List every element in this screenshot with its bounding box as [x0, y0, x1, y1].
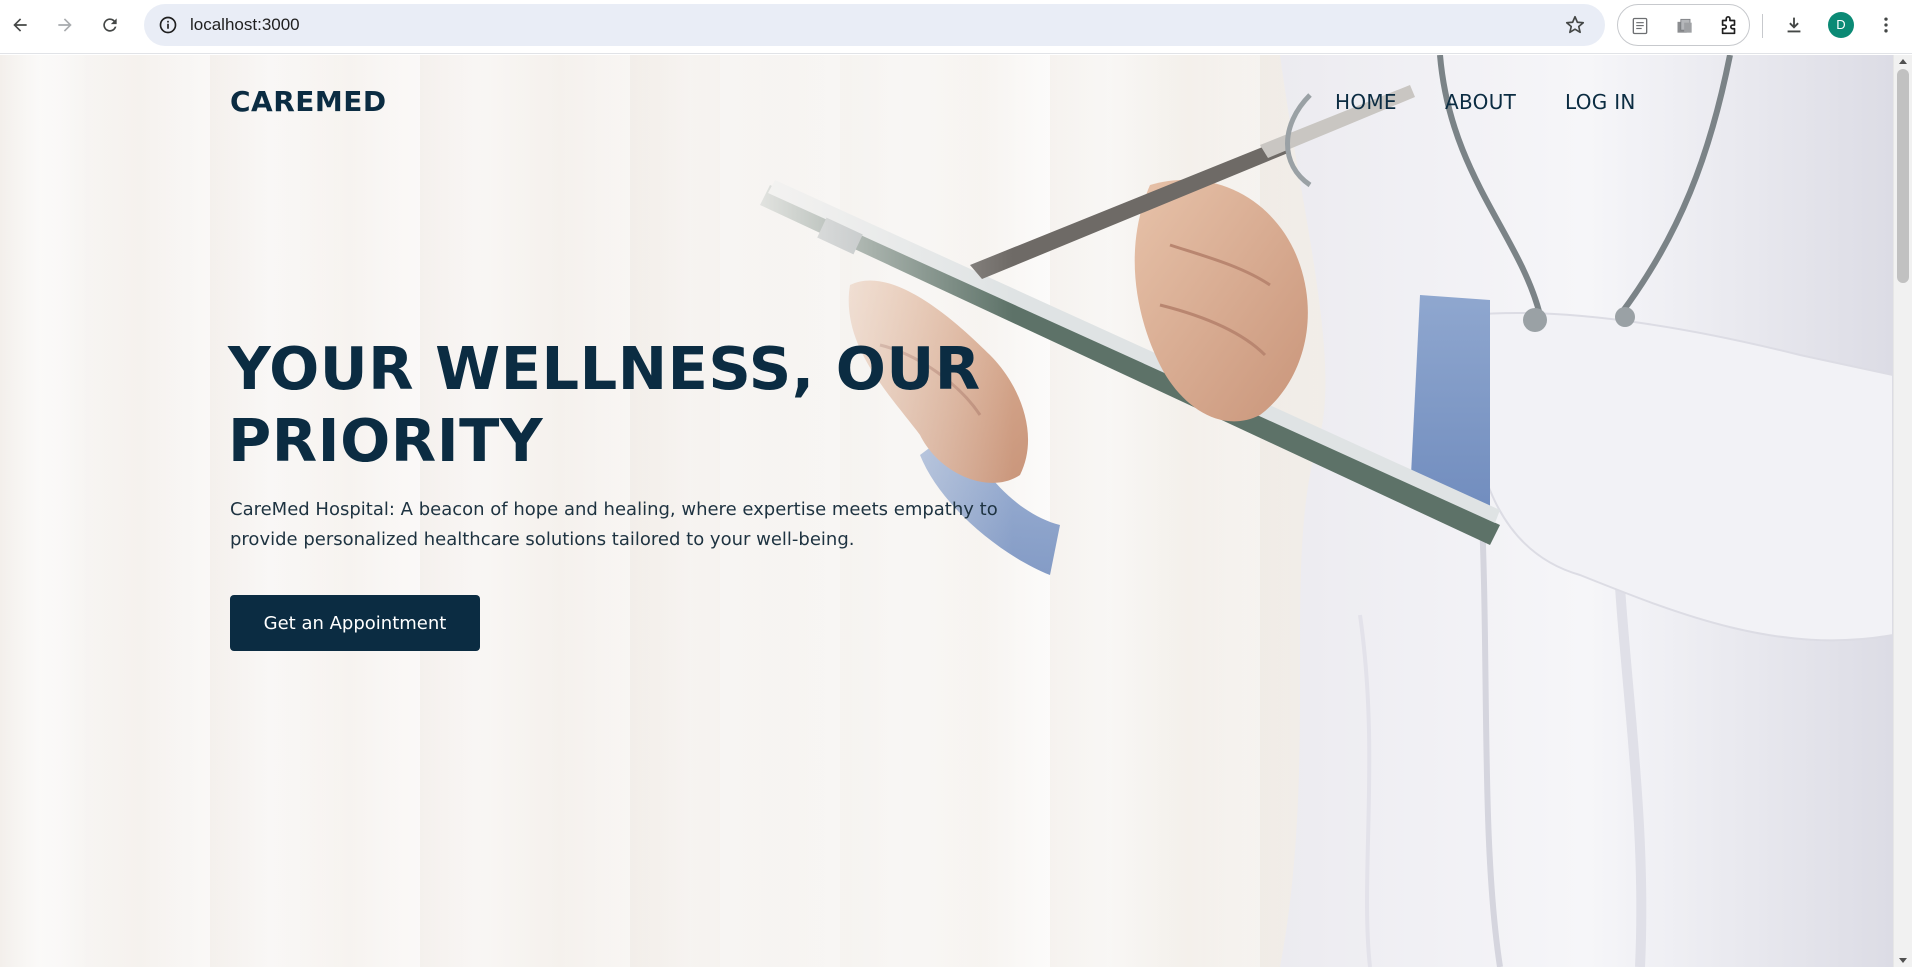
star-icon [1565, 15, 1585, 34]
reading-list-icon [1632, 17, 1648, 35]
extensions-group [1617, 4, 1750, 46]
profile-avatar[interactable]: D [1828, 12, 1854, 38]
forward-button[interactable] [49, 9, 81, 41]
download-button[interactable] [1778, 9, 1810, 41]
toolbar-divider [1762, 14, 1763, 38]
scrollbar-thumb[interactable] [1897, 69, 1909, 283]
site-header: CAREMED HOME ABOUT LOG IN [0, 55, 1893, 151]
scroll-down-arrow-icon[interactable] [1899, 958, 1907, 963]
reload-button[interactable] [94, 9, 126, 41]
get-appointment-button[interactable]: Get an Appointment [230, 595, 480, 651]
site-info-button[interactable] [152, 9, 184, 41]
extensions-button[interactable] [1713, 10, 1745, 42]
forward-arrow-icon [58, 18, 72, 32]
download-icon [1787, 17, 1801, 33]
bookmark-button[interactable] [1559, 9, 1591, 41]
site-logo[interactable]: CAREMED [230, 85, 387, 118]
reading-mode-button[interactable] [1624, 10, 1656, 42]
page-viewport: CAREMED HOME ABOUT LOG IN YOUR WELLNESS,… [0, 55, 1893, 967]
kebab-menu-icon [1884, 17, 1888, 33]
nav-about-link[interactable]: ABOUT [1445, 90, 1516, 114]
info-icon [159, 16, 177, 34]
nav-login-link[interactable]: LOG IN [1565, 90, 1636, 114]
reload-icon [103, 18, 117, 32]
browser-toolbar: localhost:3000 D [0, 0, 1912, 54]
scroll-up-arrow-icon[interactable] [1899, 59, 1907, 64]
url-text[interactable]: localhost:3000 [190, 4, 300, 46]
back-arrow-icon [13, 18, 27, 32]
back-button[interactable] [4, 9, 36, 41]
copy-pages-icon [1677, 18, 1692, 33]
tab-search-button[interactable] [1669, 10, 1701, 42]
hero-description: CareMed Hospital: A beacon of hope and h… [230, 499, 998, 550]
puzzle-icon [1721, 16, 1736, 35]
nav-home-link[interactable]: HOME [1335, 90, 1397, 114]
address-bar[interactable]: localhost:3000 [144, 4, 1605, 46]
page-scrollbar[interactable] [1893, 55, 1912, 967]
hero-title: YOUR WELLNESS, OUR PRIORITY [228, 334, 981, 475]
browser-menu-button[interactable] [1870, 9, 1902, 41]
